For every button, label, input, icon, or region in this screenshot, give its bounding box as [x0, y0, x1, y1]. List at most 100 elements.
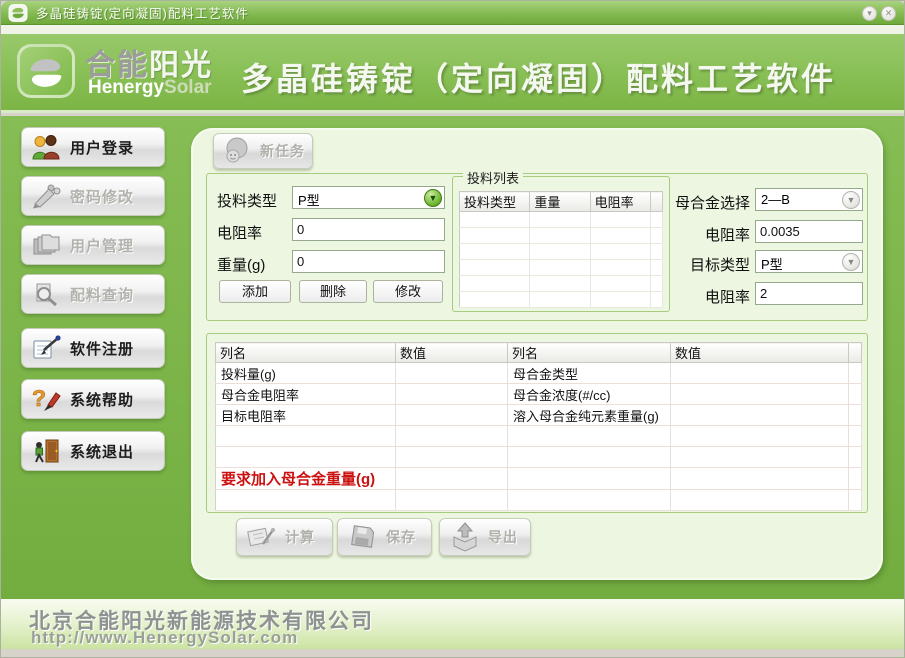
- company-url: http://www.HenergySolar.com: [31, 628, 298, 648]
- close-button[interactable]: ✕: [881, 6, 896, 21]
- feed-list-title: 投料列表: [463, 168, 523, 187]
- new-task-icon: [222, 136, 252, 166]
- add-button[interactable]: 添加: [219, 280, 291, 303]
- export-icon: [448, 522, 482, 552]
- new-task-label: 新任务: [260, 141, 305, 161]
- svg-text:?: ?: [32, 386, 46, 411]
- sidebar-item-login[interactable]: 用户登录: [21, 127, 165, 167]
- result-col-header: 数值: [671, 343, 849, 363]
- export-button[interactable]: 导出: [439, 518, 531, 556]
- sidebar-label: 用户管理: [70, 235, 134, 256]
- target-resistivity-label: 电阻率: [662, 286, 750, 307]
- window-title: 多晶硅铸锭(定向凝固)配料工艺软件: [36, 3, 249, 22]
- feed-type-select[interactable]: P型 ▼: [292, 186, 445, 209]
- new-task-button[interactable]: 新任务: [213, 133, 313, 169]
- target-resistivity-input[interactable]: [755, 282, 863, 305]
- feed-col-header: [650, 192, 662, 212]
- result-table: 列名 数值 列名 数值 投料量(g) 母合金类型 母合金电阻率 母合金浓度(#/…: [215, 342, 862, 511]
- save-icon: [346, 522, 380, 552]
- feed-row: [460, 228, 663, 244]
- feed-col-header: 重量: [530, 192, 590, 212]
- resistivity-input[interactable]: [292, 218, 445, 241]
- sidebar-item-exit[interactable]: 系统退出: [21, 431, 165, 471]
- main-area: 用户登录 密码修改 用户管理 配料: [1, 116, 905, 599]
- app-window: 多晶硅铸锭(定向凝固)配料工艺软件 ▾ ✕ 合能阳光 HenergySolar …: [0, 0, 905, 658]
- sidebar-item-query[interactable]: 配料查询: [21, 274, 165, 314]
- sidebar-item-users[interactable]: 用户管理: [21, 225, 165, 265]
- chevron-down-icon[interactable]: ▼: [842, 253, 860, 271]
- result-col-header: [849, 343, 862, 363]
- weight-label: 重量(g): [217, 254, 265, 275]
- titlebar-divider: [1, 25, 905, 34]
- alloy-select[interactable]: 2—B ▼: [755, 188, 863, 211]
- app-logo-icon: [8, 4, 28, 22]
- sidebar-label: 配料查询: [70, 284, 134, 305]
- minimize-button[interactable]: ▾: [862, 6, 877, 21]
- save-label: 保存: [386, 527, 416, 547]
- alloy-resistivity-label: 电阻率: [662, 224, 750, 245]
- feed-list-table[interactable]: 投料类型 重量 电阻率: [459, 191, 663, 308]
- exit-door-icon: [31, 438, 61, 464]
- folders-icon: [31, 232, 61, 258]
- feed-row: [460, 212, 663, 228]
- result-row: [216, 447, 862, 468]
- calculate-icon: [245, 522, 279, 552]
- pencil-icon: [31, 183, 61, 209]
- modify-button[interactable]: 修改: [373, 280, 443, 303]
- alloy-select-value: 2—B: [761, 192, 790, 207]
- alloy-resistivity-input[interactable]: [755, 220, 863, 243]
- result-row: 目标电阻率 溶入母合金纯元素重量(g): [216, 405, 862, 426]
- calculate-label: 计算: [285, 527, 315, 547]
- content-panel: 新任务 投料类型 P型 ▼ 电阻率 重量(g) 添加 删除 修改 投料列表: [191, 128, 883, 580]
- feed-type-value: P型: [298, 190, 320, 209]
- feed-col-header: 电阻率: [590, 192, 650, 212]
- resistivity-label: 电阻率: [217, 222, 262, 243]
- sidebar-label: 系统帮助: [70, 389, 134, 410]
- chevron-down-icon[interactable]: ▼: [424, 189, 442, 207]
- notepad-pen-icon: [31, 335, 61, 361]
- app-header: 合能阳光 HenergySolar 多晶硅铸锭（定向凝固）配料工艺软件: [1, 34, 905, 113]
- feed-row: [460, 276, 663, 292]
- result-row: 投料量(g) 母合金类型: [216, 363, 862, 384]
- sidebar-label: 密码修改: [70, 186, 134, 207]
- users-icon: [31, 134, 61, 160]
- calculate-button[interactable]: 计算: [236, 518, 333, 556]
- result-row: [216, 490, 862, 511]
- save-button[interactable]: 保存: [337, 518, 432, 556]
- target-type-select[interactable]: P型 ▼: [755, 250, 863, 273]
- result-col-header: 数值: [396, 343, 508, 363]
- feed-list-groupbox: 投料列表 投料类型 重量 电阻率: [452, 176, 670, 312]
- feed-row: [460, 292, 663, 308]
- highlight-cell: 要求加入母合金重量(g): [216, 468, 396, 490]
- app-footer: 北京合能阳光新能源技术有限公司 http://www.HenergySolar.…: [1, 599, 905, 649]
- action-bar: 计算 保存 导出: [191, 518, 883, 562]
- title-bar: 多晶硅铸锭(定向凝固)配料工艺软件 ▾ ✕: [1, 1, 905, 25]
- window-controls: ▾ ✕: [862, 6, 896, 21]
- delete-button[interactable]: 删除: [299, 280, 367, 303]
- search-doc-icon: [31, 281, 61, 307]
- page-title: 多晶硅铸锭（定向凝固）配料工艺软件: [241, 54, 836, 100]
- feed-type-label: 投料类型: [217, 190, 277, 211]
- sidebar-item-password[interactable]: 密码修改: [21, 176, 165, 216]
- target-type-value: P型: [761, 254, 783, 273]
- brand-logo-icon: [17, 44, 75, 98]
- target-type-label: 目标类型: [662, 254, 750, 275]
- feed-col-header: 投料类型: [460, 192, 530, 212]
- result-col-header: 列名: [508, 343, 671, 363]
- sidebar-label: 用户登录: [70, 137, 134, 158]
- chevron-down-icon[interactable]: ▼: [842, 191, 860, 209]
- feed-row: [460, 260, 663, 276]
- weight-input[interactable]: [292, 250, 445, 273]
- result-row: [216, 426, 862, 447]
- feed-form-panel: 投料类型 P型 ▼ 电阻率 重量(g) 添加 删除 修改 投料列表: [206, 173, 868, 321]
- sidebar-label: 软件注册: [70, 338, 134, 359]
- result-row: 要求加入母合金重量(g): [216, 468, 862, 490]
- export-label: 导出: [488, 527, 518, 547]
- brand-name-en: HenergySolar: [88, 77, 212, 99]
- result-col-header: 列名: [216, 343, 396, 363]
- sidebar-item-help[interactable]: ? 系统帮助: [21, 379, 165, 419]
- question-brush-icon: ?: [31, 386, 61, 412]
- feed-row: [460, 244, 663, 260]
- sidebar-label: 系统退出: [70, 441, 134, 462]
- sidebar-item-register[interactable]: 软件注册: [21, 328, 165, 368]
